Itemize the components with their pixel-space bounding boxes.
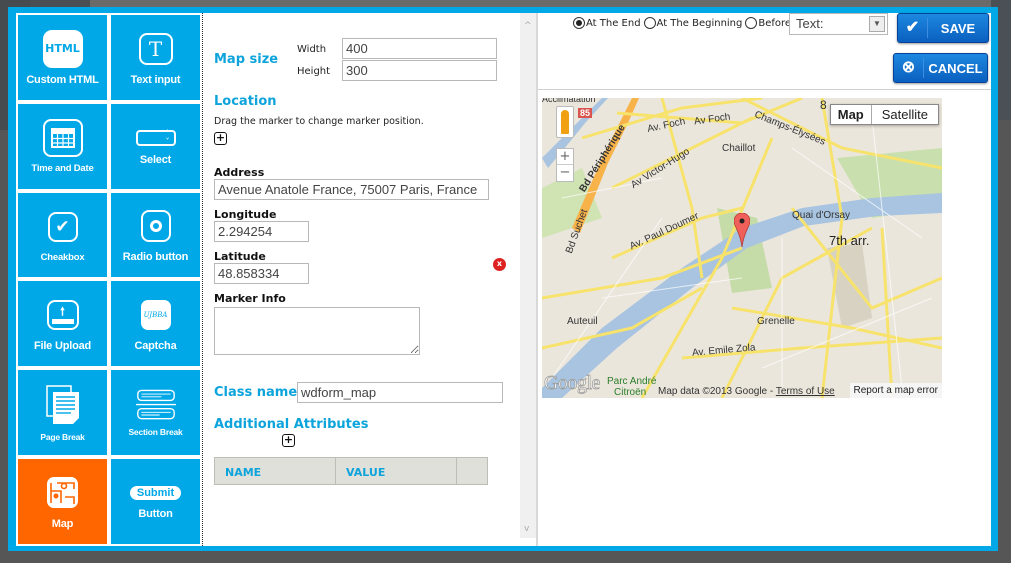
map-type-satellite-button[interactable]: Satellite bbox=[872, 105, 938, 124]
map-attribution: Map data ©2013 Google - Terms of Use bbox=[658, 386, 835, 397]
height-input[interactable] bbox=[342, 60, 497, 81]
marker-info-label: Marker Info bbox=[214, 292, 286, 305]
latitude-input[interactable] bbox=[214, 263, 309, 284]
tile-button[interactable]: Submit Button bbox=[109, 456, 202, 546]
map-zoom-control: + − bbox=[556, 148, 574, 182]
attributes-table-header: NAME VALUE bbox=[214, 457, 488, 485]
select-icon: ˄ ˅ bbox=[135, 127, 176, 149]
tile-checkbox[interactable]: ✔ Cheakbox bbox=[16, 190, 109, 280]
tile-time-and-date[interactable]: Time and Date bbox=[16, 101, 109, 191]
panel-divider bbox=[536, 13, 538, 546]
col-value: VALUE bbox=[336, 458, 457, 484]
route-shield: 85 bbox=[578, 108, 593, 118]
radio-before[interactable] bbox=[745, 17, 758, 29]
tile-select[interactable]: ˄ ˅ Select bbox=[109, 101, 202, 191]
longitude-input[interactable] bbox=[214, 221, 309, 242]
page-break-icon bbox=[43, 383, 83, 427]
map-icon bbox=[43, 473, 83, 513]
zoom-out-button[interactable]: − bbox=[557, 165, 573, 181]
address-input[interactable] bbox=[214, 179, 489, 200]
tile-custom-html[interactable]: HTML Custom HTML bbox=[16, 13, 109, 102]
height-label: Height bbox=[297, 66, 331, 77]
width-label: Width bbox=[297, 44, 327, 55]
html-icon: HTML bbox=[42, 29, 83, 69]
upload-icon: 🠕 bbox=[43, 295, 83, 335]
cancel-icon: ⊗ bbox=[894, 58, 924, 78]
zoom-in-button[interactable]: + bbox=[557, 149, 573, 165]
map-type-map-button[interactable]: Map bbox=[831, 105, 872, 124]
map-properties-panel: Map size Width Height Location Drag the … bbox=[210, 13, 540, 546]
map-label: Auteuil bbox=[567, 316, 598, 327]
captcha-icon: UJBBA bbox=[136, 295, 176, 335]
map-size-title: Map size bbox=[214, 52, 279, 67]
tile-file-upload[interactable]: 🠕 File Upload bbox=[16, 279, 109, 369]
tile-map[interactable]: Map bbox=[16, 456, 109, 546]
submit-icon: Submit bbox=[129, 483, 182, 503]
location-hint: Drag the marker to change marker positio… bbox=[214, 116, 424, 127]
radio-at-the-end[interactable] bbox=[573, 17, 585, 29]
additional-attributes-title: Additional Attributes bbox=[214, 417, 369, 432]
text-input-icon: T bbox=[136, 29, 176, 69]
longitude-label: Longitude bbox=[214, 208, 277, 221]
checkbox-icon: ✔ bbox=[43, 207, 83, 247]
properties-scrollbar[interactable]: ^ v bbox=[520, 13, 537, 538]
tile-page-break[interactable]: Page Break bbox=[16, 368, 109, 457]
map-marker-icon[interactable] bbox=[734, 213, 750, 247]
map-label: 8 bbox=[820, 98, 827, 112]
col-actions bbox=[457, 458, 487, 484]
map-label: 7th arr. bbox=[829, 233, 870, 248]
chevron-down-icon: ▼ bbox=[869, 16, 885, 32]
toolbar-divider bbox=[538, 89, 991, 90]
tile-captcha[interactable]: UJBBA Captcha bbox=[109, 279, 202, 369]
radio-icon bbox=[136, 206, 176, 246]
calendar-icon bbox=[42, 118, 83, 158]
field-type-tiles: HTML Custom HTML T Text input Time and D… bbox=[16, 13, 202, 546]
location-title: Location bbox=[214, 94, 277, 109]
cancel-button[interactable]: ⊗ CANCEL bbox=[893, 53, 988, 83]
terms-of-use-link[interactable]: Terms of Use bbox=[776, 386, 835, 397]
panel-divider bbox=[202, 13, 203, 546]
before-field-select[interactable]: Text: ▼ bbox=[789, 13, 888, 35]
add-attribute-button[interactable]: + bbox=[282, 434, 295, 447]
map-label: Citroën bbox=[614, 387, 647, 398]
class-name-input[interactable] bbox=[297, 382, 503, 403]
dialog-content: HTML Custom HTML T Text input Time and D… bbox=[16, 13, 991, 546]
tile-radio-button[interactable]: Radio button bbox=[109, 190, 202, 280]
remove-marker-button[interactable]: x bbox=[493, 258, 506, 271]
radio-at-the-beginning[interactable] bbox=[643, 17, 656, 29]
marker-info-textarea[interactable] bbox=[214, 307, 420, 355]
tile-text-input[interactable]: T Text input bbox=[109, 13, 202, 102]
section-break-icon bbox=[135, 388, 176, 422]
map-type-control: Map Satellite bbox=[829, 104, 939, 125]
map-preview[interactable]: Acclimatation Av. Foch Av Foch Champs-Él… bbox=[542, 98, 942, 398]
map-label: Grenelle bbox=[757, 316, 795, 327]
map-label: Parc André bbox=[607, 376, 657, 387]
address-label: Address bbox=[214, 166, 265, 179]
dialog-frame: HTML Custom HTML T Text input Time and D… bbox=[8, 7, 998, 551]
scroll-up-icon[interactable]: ^ bbox=[524, 21, 532, 31]
save-button[interactable]: ✔ SAVE bbox=[897, 13, 989, 43]
map-label: Quai d'Orsay bbox=[792, 210, 851, 221]
width-input[interactable] bbox=[342, 38, 497, 59]
check-icon: ✔ bbox=[898, 18, 928, 38]
report-map-error-link[interactable]: Report a map error bbox=[849, 383, 942, 398]
add-marker-button[interactable]: + bbox=[214, 132, 227, 145]
scroll-down-icon[interactable]: v bbox=[524, 524, 529, 534]
street-view-pegman-icon[interactable] bbox=[556, 106, 574, 138]
google-logo: Google bbox=[544, 372, 601, 395]
tile-section-break[interactable]: Section Break bbox=[109, 368, 202, 457]
class-name-label: Class name bbox=[214, 385, 298, 400]
position-options: At The End At The Beginning Before bbox=[573, 17, 794, 29]
latitude-label: Latitude bbox=[214, 250, 266, 263]
col-name: NAME bbox=[215, 458, 336, 484]
map-label: Chaillot bbox=[722, 143, 756, 154]
